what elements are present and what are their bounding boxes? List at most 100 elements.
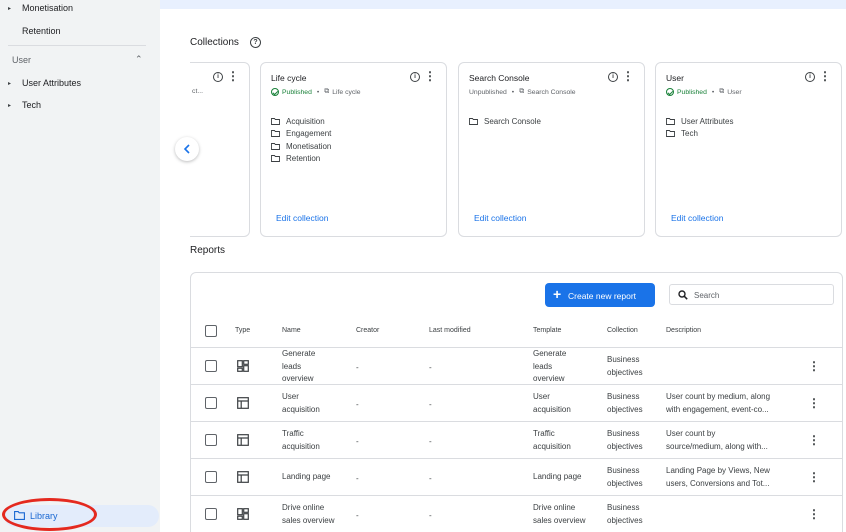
edit-collection-link[interactable]: Edit collection	[474, 213, 526, 223]
more-vert-icon[interactable]: ⋮	[622, 70, 634, 82]
select-all-checkbox[interactable]	[205, 325, 217, 337]
row-checkbox[interactable]	[205, 397, 217, 409]
sidebar-item-label: User Attributes	[22, 78, 82, 88]
report-name[interactable]: Generate leads overview	[282, 348, 315, 386]
report-template: User acquisition	[533, 392, 571, 414]
card-meta: Unpublished • ⧉ Search Console	[469, 88, 576, 96]
create-new-report-label: Create new report	[568, 291, 637, 301]
folder-item: Search Console	[469, 115, 541, 128]
scroll-left-button[interactable]	[175, 137, 199, 161]
column-header-creator[interactable]: Creator	[356, 327, 379, 334]
help-icon[interactable]: ?	[250, 37, 261, 48]
dashboard-icon	[237, 508, 249, 520]
table-row[interactable]: Generate leads overview - - Generate lea…	[191, 347, 842, 384]
report-name[interactable]: Traffic acquisition	[282, 428, 320, 453]
edit-collection-link[interactable]: Edit collection	[671, 213, 723, 223]
collections-heading: Collections	[190, 37, 239, 48]
report-creator: -	[356, 511, 359, 520]
card-meta: Published • ⧉ User	[666, 88, 742, 96]
more-vert-icon[interactable]: ⋮	[808, 360, 820, 372]
folder-item: Monetisation	[271, 140, 331, 153]
collection-card-search-console[interactable]: Search Console i ⋮ Unpublished • ⧉ Searc…	[458, 62, 645, 237]
more-vert-icon[interactable]: ⋮	[424, 70, 436, 82]
template-icon: ⧉	[324, 88, 330, 95]
report-collection: Business objectives	[607, 392, 643, 414]
report-name[interactable]: Landing page	[282, 471, 331, 484]
collection-card-life-cycle[interactable]: Life cycle i ⋮ Published • ⧉ Life cycle …	[260, 62, 447, 237]
sidebar-divider	[8, 45, 146, 46]
column-header-description[interactable]: Description	[666, 327, 701, 334]
caret-right-icon: ▸	[8, 80, 12, 87]
table-row[interactable]: Drive online sales overview - - Drive on…	[191, 495, 842, 532]
report-description: Landing Page by Views, New users, Conver…	[666, 466, 770, 488]
report-creator: -	[356, 363, 359, 372]
report-creator: -	[356, 437, 359, 446]
table-row[interactable]: User acquisition - - User acquisition Bu…	[191, 384, 842, 421]
report-collection: Business objectives	[607, 429, 643, 451]
sidebar-section-user[interactable]: User	[12, 55, 31, 65]
sidebar-item-label: Monetisation	[22, 3, 74, 13]
card-title: User	[666, 73, 684, 83]
more-vert-icon[interactable]: ⋮	[808, 471, 820, 483]
more-vert-icon[interactable]: ⋮	[808, 434, 820, 446]
card-template: Life cycle	[332, 88, 361, 96]
search-input[interactable]	[694, 288, 824, 302]
report-collection: Business objectives	[607, 466, 643, 488]
card-template: Search Console	[527, 88, 576, 96]
table-icon	[237, 471, 249, 483]
row-checkbox[interactable]	[205, 360, 217, 372]
row-checkbox[interactable]	[205, 471, 217, 483]
folder-label: User Attributes	[681, 116, 734, 126]
reports-panel: + Create new report Type Name Creator La…	[190, 272, 843, 532]
folder-label: Search Console	[484, 116, 541, 126]
highlight-annotation	[2, 498, 97, 531]
collection-card-partial[interactable]: i ⋮ ct...	[190, 62, 250, 237]
more-vert-icon[interactable]: ⋮	[808, 508, 820, 520]
collection-card-user[interactable]: User i ⋮ Published • ⧉ User User Attribu…	[655, 62, 842, 237]
table-row[interactable]: Traffic acquisition - - Traffic acquisit…	[191, 421, 842, 458]
column-header-name[interactable]: Name	[282, 327, 301, 334]
template-icon: ⧉	[519, 88, 525, 95]
info-icon[interactable]: i	[410, 72, 420, 82]
chevron-up-icon[interactable]: ⌃	[135, 54, 143, 65]
template-icon: ⧉	[719, 88, 725, 95]
row-checkbox[interactable]	[205, 434, 217, 446]
create-new-report-button[interactable]: + Create new report	[545, 283, 655, 307]
info-icon[interactable]: i	[805, 72, 815, 82]
folder-icon	[469, 117, 478, 125]
card-title: Search Console	[469, 73, 530, 83]
search-box[interactable]	[669, 284, 834, 305]
row-checkbox[interactable]	[205, 508, 217, 520]
table-row[interactable]: Landing page - - Landing page Business o…	[191, 458, 842, 495]
column-header-last-modified[interactable]: Last modified	[429, 327, 471, 334]
info-icon[interactable]: i	[608, 72, 618, 82]
caret-right-icon: ▸	[8, 5, 12, 12]
report-modified: -	[429, 511, 432, 520]
folder-label: Engagement	[286, 129, 332, 139]
report-creator: -	[356, 474, 359, 483]
folder-icon	[271, 117, 280, 125]
report-name[interactable]: User acquisition	[282, 391, 320, 416]
report-description: User count by source/medium, along with.…	[666, 429, 768, 451]
separator-dot: •	[316, 88, 320, 96]
report-creator: -	[356, 400, 359, 409]
table-icon	[237, 397, 249, 409]
folder-icon	[271, 155, 280, 163]
column-header-collection[interactable]: Collection	[607, 327, 638, 334]
info-icon[interactable]: i	[213, 72, 223, 82]
sidebar-item-label: Retention	[22, 26, 61, 36]
report-template: Traffic acquisition	[533, 429, 571, 451]
check-circle-icon	[271, 88, 279, 96]
more-vert-icon[interactable]: ⋮	[819, 70, 831, 82]
column-header-type: Type	[235, 327, 251, 334]
column-header-template[interactable]: Template	[533, 327, 561, 334]
report-name[interactable]: Drive online sales overview	[282, 502, 334, 527]
folder-item: Tech	[666, 128, 733, 141]
folder-item: Retention	[271, 153, 331, 166]
more-vert-icon[interactable]: ⋮	[808, 397, 820, 409]
folder-icon	[271, 142, 280, 150]
more-vert-icon[interactable]: ⋮	[227, 70, 239, 82]
card-meta: ct...	[192, 88, 203, 95]
folder-item: Acquisition	[271, 115, 331, 128]
edit-collection-link[interactable]: Edit collection	[276, 213, 328, 223]
